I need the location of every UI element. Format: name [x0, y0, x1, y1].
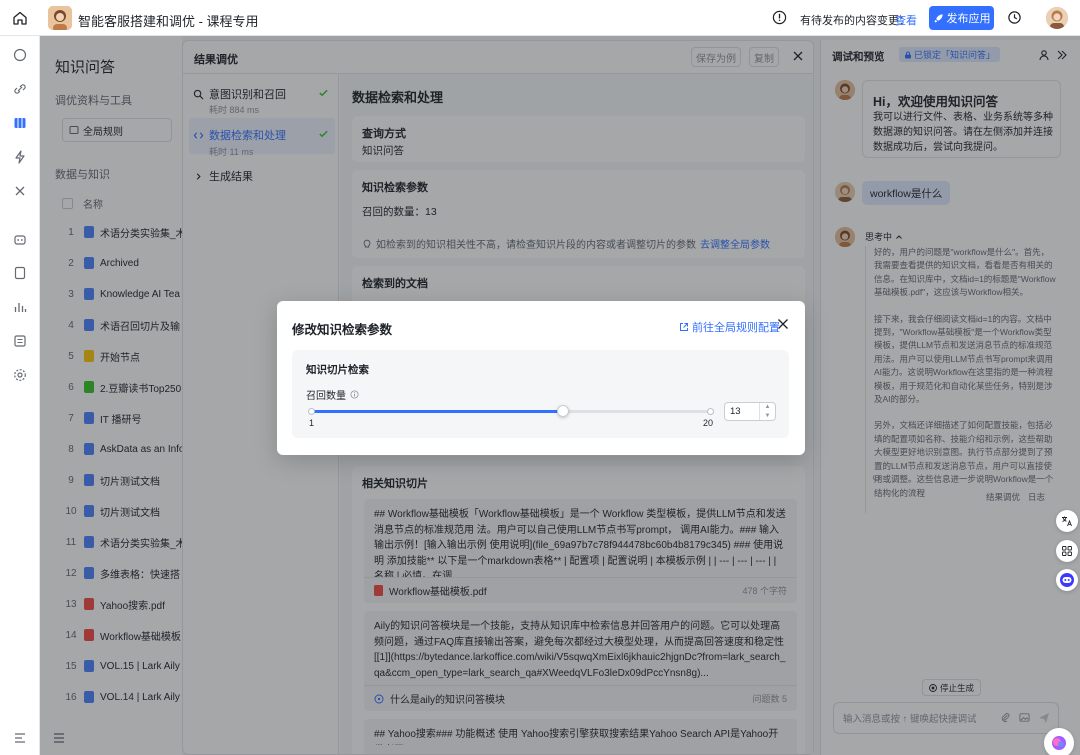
close-icon[interactable] — [777, 318, 789, 330]
stepper-value: 13 — [730, 406, 741, 417]
home-icon[interactable] — [12, 10, 28, 26]
bolt-icon[interactable] — [13, 150, 27, 164]
sparkle-icon — [1052, 736, 1066, 750]
knowledge-icon[interactable] — [13, 116, 27, 130]
slider-handle[interactable] — [557, 405, 569, 417]
top-bar: 智能客服搭建和调优 - 课程专用 有待发布的内容变更： 查看 发布应用 — [0, 0, 1080, 36]
recall-count-label: 召回数量 — [306, 387, 359, 402]
settings-section-title: 知识切片检索 — [306, 364, 369, 376]
left-rail — [0, 36, 40, 755]
rocket-icon — [933, 13, 943, 23]
decrement-icon[interactable]: ▼ — [760, 412, 775, 421]
slider-max-mark — [707, 408, 714, 415]
doc-icon[interactable] — [13, 266, 27, 280]
app-title: 智能客服搭建和调优 - 课程专用 — [78, 14, 259, 29]
external-link-icon — [680, 323, 688, 331]
recall-count-stepper[interactable]: 13 ▲ ▼ — [724, 402, 776, 421]
assistant-button[interactable] — [1056, 569, 1078, 591]
stepper-arrows: ▲ ▼ — [759, 403, 775, 420]
pending-changes-text: 有待发布的内容变更： — [800, 15, 910, 27]
slider-fill — [311, 410, 563, 413]
notes-icon[interactable] — [13, 334, 27, 348]
bot-icon[interactable] — [13, 232, 27, 246]
info-icon[interactable] — [350, 390, 359, 399]
dialog-title: 修改知识检索参数 — [292, 323, 393, 337]
collapse-icon[interactable] — [13, 731, 27, 745]
chunk-retrieval-settings: 知识切片检索 召回数量 1 20 13 ▲ ▼ — [292, 350, 789, 438]
translate-icon — [1062, 516, 1072, 527]
tools-icon[interactable] — [13, 184, 27, 198]
link-icon[interactable] — [13, 82, 27, 96]
slider-min-label: 1 — [309, 418, 315, 428]
global-rules-link-label: 前往全局规则配置 — [692, 322, 780, 334]
field-label: 召回数量 — [306, 391, 346, 402]
increment-icon[interactable]: ▲ — [760, 403, 775, 412]
aily-logo[interactable] — [1044, 728, 1074, 755]
translate-button[interactable] — [1056, 510, 1078, 532]
grid-icon — [1062, 546, 1072, 556]
info-icon[interactable] — [772, 10, 787, 25]
user-avatar[interactable] — [1046, 7, 1068, 29]
slider-max-label: 20 — [703, 418, 714, 428]
view-changes-link[interactable]: 查看 — [895, 12, 917, 28]
global-rules-link[interactable]: 前往全局规则配置 — [679, 319, 780, 335]
settings-icon[interactable] — [13, 368, 27, 382]
recall-count-slider[interactable] — [308, 405, 714, 417]
analytics-icon[interactable] — [13, 300, 27, 314]
apps-button[interactable] — [1056, 540, 1078, 562]
chat-icon[interactable] — [13, 48, 27, 62]
app-avatar — [48, 6, 72, 30]
edit-retrieval-params-dialog: 修改知识检索参数 前往全局规则配置 知识切片检索 召回数量 1 20 13 ▲ … — [277, 301, 805, 455]
assistant-icon — [1060, 573, 1074, 587]
history-icon[interactable] — [1007, 10, 1022, 25]
slider-min-mark — [308, 408, 315, 415]
publish-button[interactable]: 发布应用 — [929, 6, 994, 30]
publish-label: 发布应用 — [946, 13, 991, 25]
